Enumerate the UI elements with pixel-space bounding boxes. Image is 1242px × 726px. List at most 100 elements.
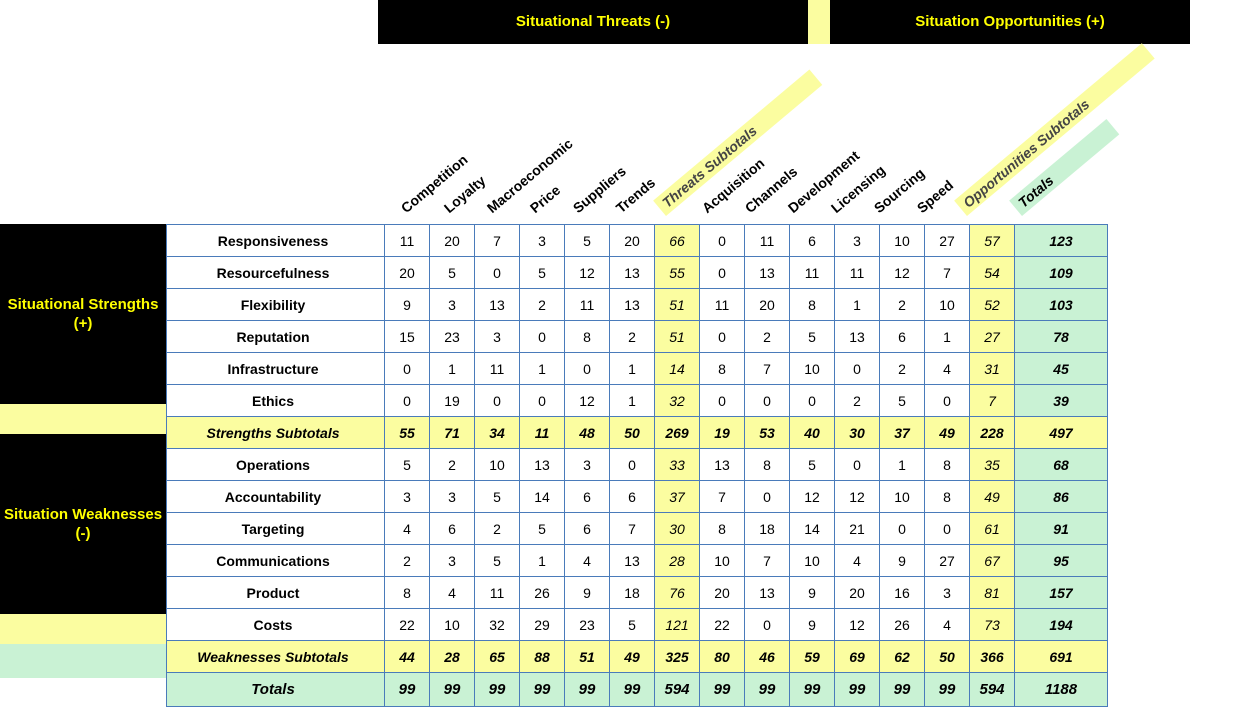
cell: 11 xyxy=(520,417,565,449)
cell: 4 xyxy=(925,353,970,385)
cell: 7 xyxy=(925,257,970,289)
cell: 0 xyxy=(700,385,745,417)
cell: 51 xyxy=(565,641,610,673)
cell: 13 xyxy=(835,321,880,353)
cell: 2 xyxy=(745,321,790,353)
cell: 8 xyxy=(700,513,745,545)
cell: 20 xyxy=(430,225,475,257)
row-total: 691 xyxy=(1015,641,1108,673)
cell: 99 xyxy=(835,673,880,707)
cell: 99 xyxy=(880,673,925,707)
cell: 9 xyxy=(880,545,925,577)
cell: 5 xyxy=(565,225,610,257)
rowlabel: Costs xyxy=(167,609,385,641)
cell: 5 xyxy=(790,321,835,353)
row-total: 123 xyxy=(1015,225,1108,257)
cell: 2 xyxy=(385,545,430,577)
rowlabel: Infrastructure xyxy=(167,353,385,385)
cell: 26 xyxy=(880,609,925,641)
cell: 50 xyxy=(610,417,655,449)
cell: 99 xyxy=(430,673,475,707)
cell: 4 xyxy=(565,545,610,577)
rowlabel: Operations xyxy=(167,449,385,481)
opps-subtotal: 52 xyxy=(970,289,1015,321)
cell: 8 xyxy=(790,289,835,321)
totals-side xyxy=(0,644,166,678)
cell: 1 xyxy=(925,321,970,353)
cell: 99 xyxy=(475,673,520,707)
cell: 99 xyxy=(790,673,835,707)
opps-subtotal: 57 xyxy=(970,225,1015,257)
cell: 0 xyxy=(745,609,790,641)
row-resourcefulness: Resourcefulness 205051213 55 0131111127 … xyxy=(167,257,1108,289)
cell: 30 xyxy=(835,417,880,449)
cell: 1 xyxy=(880,449,925,481)
opps-subtotal: 366 xyxy=(970,641,1015,673)
cell: 26 xyxy=(520,577,565,609)
cell: 1 xyxy=(520,353,565,385)
cell: 23 xyxy=(430,321,475,353)
cell: 20 xyxy=(610,225,655,257)
weaknesses-subtotal-side xyxy=(0,614,166,644)
cell: 3 xyxy=(520,225,565,257)
cell: 55 xyxy=(385,417,430,449)
row-costs: Costs 22103229235 121 220912264 73 194 xyxy=(167,609,1108,641)
cell: 1 xyxy=(430,353,475,385)
cell: 13 xyxy=(745,577,790,609)
cell: 27 xyxy=(925,545,970,577)
threats-subtotal: 32 xyxy=(655,385,700,417)
cell: 4 xyxy=(925,609,970,641)
threats-subtotal: 51 xyxy=(655,289,700,321)
row-total: 68 xyxy=(1015,449,1108,481)
cell: 0 xyxy=(385,385,430,417)
cell: 14 xyxy=(790,513,835,545)
cell: 1 xyxy=(610,385,655,417)
cell: 2 xyxy=(520,289,565,321)
cell: 2 xyxy=(880,289,925,321)
cell: 99 xyxy=(745,673,790,707)
cell: 9 xyxy=(385,289,430,321)
cell: 3 xyxy=(430,289,475,321)
cell: 20 xyxy=(700,577,745,609)
rowlabel: Responsiveness xyxy=(167,225,385,257)
opps-subtotal: 54 xyxy=(970,257,1015,289)
header-divider xyxy=(808,0,830,44)
cell: 11 xyxy=(565,289,610,321)
cell: 5 xyxy=(610,609,655,641)
cell: 13 xyxy=(610,257,655,289)
row-ethics: Ethics 01900121 32 000250 7 39 xyxy=(167,385,1108,417)
cell: 2 xyxy=(880,353,925,385)
threats-subtotal: 121 xyxy=(655,609,700,641)
row-total: 194 xyxy=(1015,609,1108,641)
cell: 80 xyxy=(700,641,745,673)
cell: 11 xyxy=(790,257,835,289)
row-weaknesses-subtotals: Weaknesses Subtotals 442865885149 325 80… xyxy=(167,641,1108,673)
cell: 6 xyxy=(430,513,475,545)
cell: 0 xyxy=(520,385,565,417)
cell: 46 xyxy=(745,641,790,673)
cell: 19 xyxy=(430,385,475,417)
cell: 6 xyxy=(565,481,610,513)
cell: 10 xyxy=(880,225,925,257)
cell: 8 xyxy=(925,481,970,513)
cell: 69 xyxy=(835,641,880,673)
cell: 1 xyxy=(520,545,565,577)
cell: 53 xyxy=(745,417,790,449)
threats-subtotal: 76 xyxy=(655,577,700,609)
cell: 23 xyxy=(565,609,610,641)
cell: 8 xyxy=(745,449,790,481)
rowlabel: Totals xyxy=(167,673,385,707)
cell: 7 xyxy=(745,353,790,385)
cell: 99 xyxy=(700,673,745,707)
cell: 7 xyxy=(610,513,655,545)
cell: 49 xyxy=(925,417,970,449)
cell: 11 xyxy=(835,257,880,289)
row-total: 95 xyxy=(1015,545,1108,577)
cell: 3 xyxy=(475,321,520,353)
row-total: 39 xyxy=(1015,385,1108,417)
cell: 88 xyxy=(520,641,565,673)
threats-subtotal: 594 xyxy=(655,673,700,707)
col-development: Development xyxy=(785,147,863,216)
opps-subtotal: 27 xyxy=(970,321,1015,353)
cell: 13 xyxy=(475,289,520,321)
